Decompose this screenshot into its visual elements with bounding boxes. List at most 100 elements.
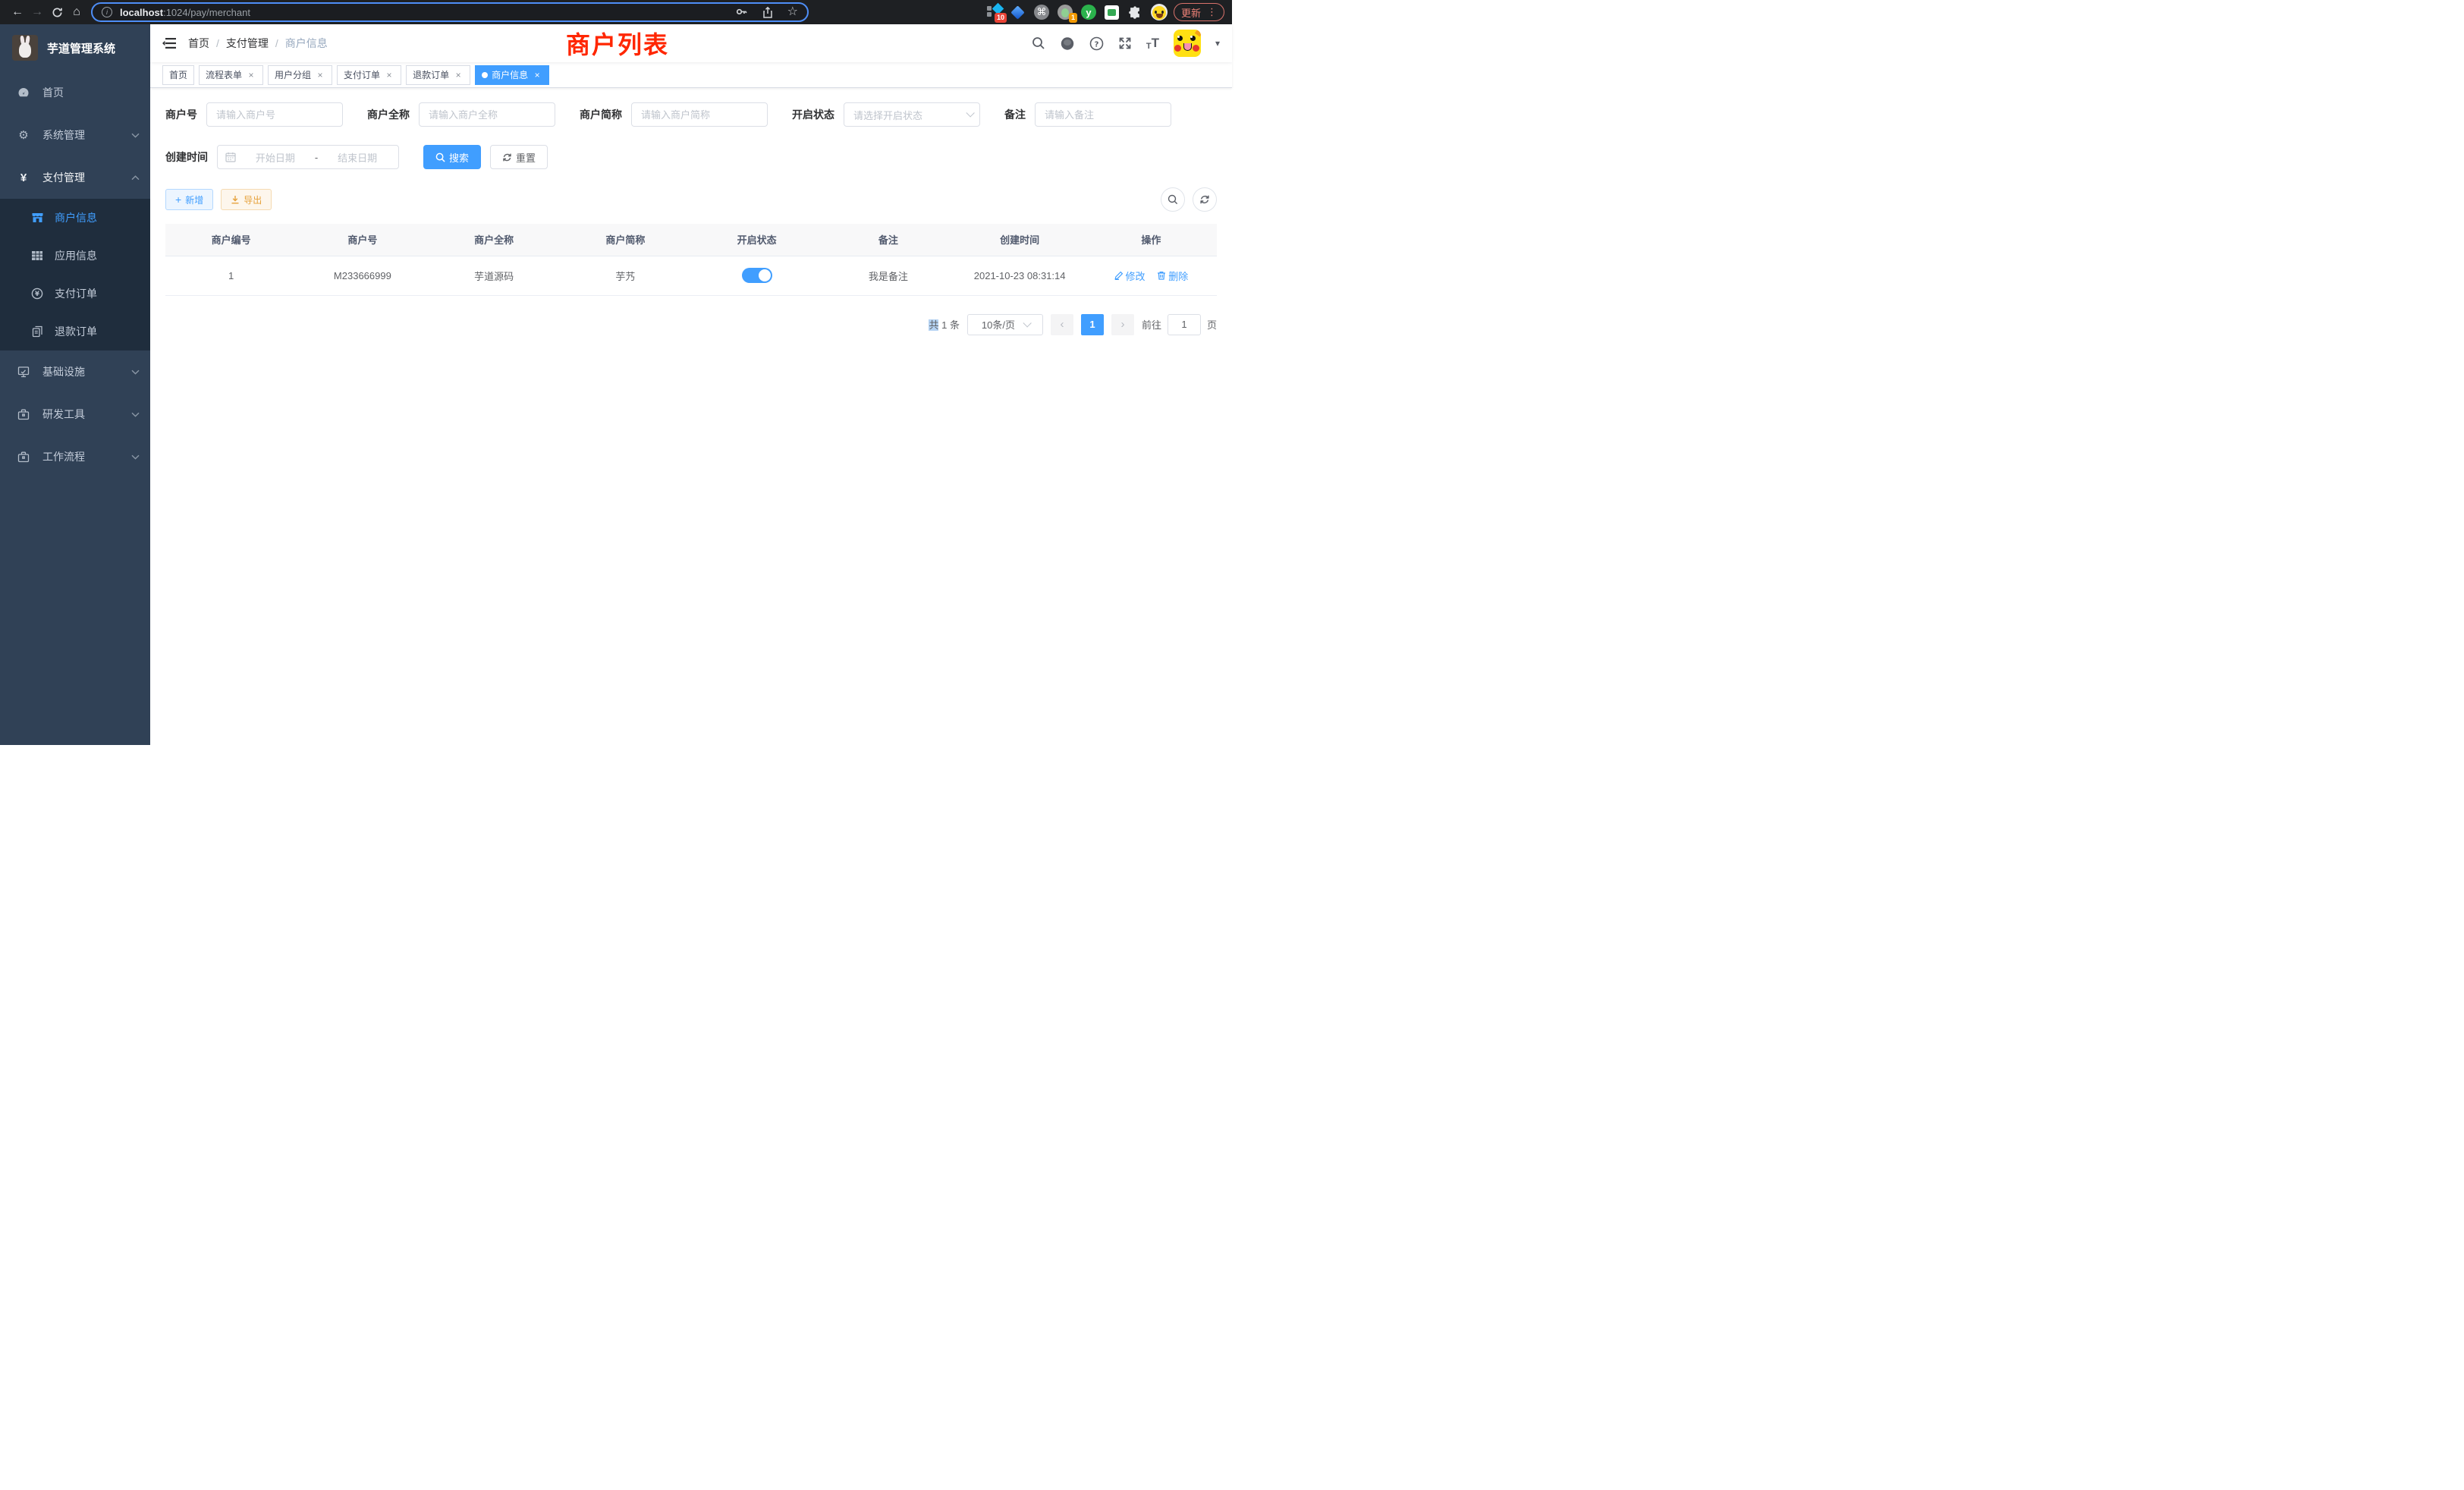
tab-close-icon[interactable]: × bbox=[246, 70, 256, 80]
tab-close-icon[interactable]: × bbox=[384, 70, 394, 80]
col-status: 开启状态 bbox=[691, 224, 822, 256]
url-host: localhost bbox=[120, 7, 163, 18]
export-button[interactable]: 导出 bbox=[221, 189, 272, 210]
edit-link[interactable]: 修改 bbox=[1114, 269, 1146, 283]
trash-icon bbox=[1157, 271, 1166, 280]
topbar: 首页 / 支付管理 / 商户信息 bbox=[150, 24, 1232, 62]
help-icon[interactable]: ? bbox=[1089, 36, 1104, 51]
reset-button[interactable]: 重置 bbox=[490, 145, 548, 169]
sidebar-item-merchant-info[interactable]: 商户信息 bbox=[0, 199, 150, 237]
extension-badge: 1 bbox=[1069, 13, 1077, 23]
yen-icon: ¥ bbox=[17, 171, 30, 184]
app-logo-link[interactable]: 芋道管理系统 bbox=[0, 24, 150, 71]
user-avatar[interactable] bbox=[1174, 30, 1201, 57]
fullscreen-icon[interactable] bbox=[1118, 36, 1132, 50]
extension-gem-icon[interactable] bbox=[1010, 4, 1026, 20]
browser-reload-button[interactable] bbox=[47, 2, 67, 22]
sidebar-item-label: 支付订单 bbox=[55, 286, 97, 301]
sidebar-item-refund-order[interactable]: 退款订单 bbox=[0, 313, 150, 350]
sidebar-item-system[interactable]: ⚙ 系统管理 bbox=[0, 114, 150, 156]
app-logo-image bbox=[12, 35, 38, 61]
url-path: :1024/pay/merchant bbox=[163, 7, 250, 18]
tab-merchant-info[interactable]: 商户信息 × bbox=[475, 65, 549, 85]
sidebar-item-label: 应用信息 bbox=[55, 248, 97, 263]
address-bar[interactable]: i localhost:1024/pay/merchant ☆ bbox=[91, 2, 809, 22]
tab-close-icon[interactable]: × bbox=[532, 70, 542, 80]
extensions-puzzle-icon[interactable] bbox=[1127, 4, 1144, 20]
password-key-icon[interactable] bbox=[735, 6, 748, 19]
browser-update-button[interactable]: 更新 ⋮ bbox=[1174, 3, 1224, 21]
toggle-search-button[interactable] bbox=[1161, 187, 1185, 212]
refresh-table-button[interactable] bbox=[1193, 187, 1217, 212]
breadcrumb-separator: / bbox=[275, 37, 278, 49]
tab-user-group[interactable]: 用户分组 × bbox=[268, 65, 332, 85]
create-time-range-picker[interactable]: 开始日期 - 结束日期 bbox=[217, 145, 399, 169]
page-size-select[interactable]: 10条/页 bbox=[967, 314, 1043, 335]
avatar-caret-icon[interactable]: ▾ bbox=[1215, 38, 1220, 49]
status-select[interactable]: 请选择开启状态 bbox=[844, 102, 980, 127]
tab-pay-order[interactable]: 支付订单 × bbox=[337, 65, 401, 85]
extension-badge: 10 bbox=[995, 13, 1007, 23]
prev-page-button[interactable]: ‹ bbox=[1051, 314, 1073, 335]
sidebar-item-label: 商户信息 bbox=[55, 210, 97, 225]
tab-home[interactable]: 首页 bbox=[162, 65, 194, 85]
sidebar-item-payment[interactable]: ¥ 支付管理 bbox=[0, 156, 150, 199]
sidebar-collapse-button[interactable] bbox=[162, 37, 176, 49]
plus-icon: + bbox=[175, 193, 181, 206]
share-icon[interactable] bbox=[762, 6, 774, 19]
sidebar-item-workflow[interactable]: 工作流程 bbox=[0, 435, 150, 478]
extension-proxy-icon[interactable]: 1 bbox=[1057, 4, 1073, 20]
next-page-button[interactable]: › bbox=[1111, 314, 1134, 335]
breadcrumb-payment: 支付管理 bbox=[226, 36, 269, 51]
browser-chrome: ← → ⌂ i localhost:1024/pay/merchant ☆ 10 bbox=[0, 0, 1232, 24]
github-icon[interactable] bbox=[1060, 36, 1075, 51]
breadcrumb-home[interactable]: 首页 bbox=[188, 36, 209, 51]
sidebar-item-dev-tools[interactable]: 研发工具 bbox=[0, 393, 150, 435]
reload-icon bbox=[52, 7, 63, 18]
search-button[interactable]: 搜索 bbox=[423, 145, 481, 169]
browser-profile-avatar[interactable] bbox=[1151, 4, 1168, 20]
tab-process-form[interactable]: 流程表单 × bbox=[199, 65, 263, 85]
page-size-value: 10条/页 bbox=[982, 317, 1015, 332]
payment-submenu: 商户信息 应用信息 ¥ 支付订单 bbox=[0, 199, 150, 350]
grid-icon bbox=[30, 250, 44, 261]
sidebar-item-infrastructure[interactable]: 基础设施 bbox=[0, 350, 150, 393]
extension-command-icon[interactable]: ⌘ bbox=[1033, 4, 1050, 20]
search-button-label: 搜索 bbox=[449, 150, 469, 165]
status-toggle[interactable] bbox=[742, 268, 772, 283]
font-size-icon[interactable]: TT bbox=[1146, 36, 1159, 51]
merchant-no-input[interactable] bbox=[206, 102, 343, 127]
extension-devtools-icon[interactable]: 10 bbox=[986, 4, 1003, 20]
tab-close-icon[interactable]: × bbox=[315, 70, 325, 80]
delete-link[interactable]: 删除 bbox=[1157, 269, 1188, 283]
browser-home-button[interactable]: ⌂ bbox=[67, 2, 86, 22]
short-name-input[interactable] bbox=[631, 102, 768, 127]
browser-forward-button[interactable]: → bbox=[27, 2, 47, 22]
cell-short-name: 芋艿 bbox=[560, 256, 691, 295]
add-button[interactable]: + 新增 bbox=[165, 189, 213, 210]
extension-chat-icon[interactable] bbox=[1104, 4, 1120, 20]
extension-yudao-icon[interactable]: y bbox=[1080, 4, 1097, 20]
sidebar-item-pay-order[interactable]: ¥ 支付订单 bbox=[0, 275, 150, 313]
yen-circle-icon: ¥ bbox=[30, 288, 44, 300]
remark-input[interactable] bbox=[1035, 102, 1171, 127]
site-info-icon[interactable]: i bbox=[102, 7, 112, 17]
goto-page-input[interactable] bbox=[1168, 314, 1201, 335]
bookmark-star-icon[interactable]: ☆ bbox=[787, 6, 798, 18]
browser-menu-kebab-icon[interactable]: ⋮ bbox=[1207, 6, 1217, 18]
tab-close-icon[interactable]: × bbox=[453, 70, 464, 80]
sidebar-item-app-info[interactable]: 应用信息 bbox=[0, 237, 150, 275]
page-number-1[interactable]: 1 bbox=[1081, 314, 1104, 335]
delete-link-label: 删除 bbox=[1168, 269, 1188, 283]
sidebar-item-home[interactable]: 首页 bbox=[0, 71, 150, 114]
tab-refund-order[interactable]: 退款订单 × bbox=[406, 65, 470, 85]
pagination: 共 1 条 10条/页 ‹ 1 › 前往 页 bbox=[165, 314, 1217, 335]
sidebar: 芋道管理系统 首页 ⚙ 系统管理 ¥ 支付管理 bbox=[0, 24, 150, 745]
pagination-total: 共 1 条 bbox=[929, 317, 960, 332]
chevron-down-icon bbox=[131, 454, 140, 460]
full-name-input[interactable] bbox=[419, 102, 555, 127]
header-search-icon[interactable] bbox=[1032, 36, 1045, 50]
breadcrumb-current: 商户信息 bbox=[285, 36, 328, 51]
browser-back-button[interactable]: ← bbox=[8, 2, 27, 22]
chevron-down-icon bbox=[966, 108, 974, 117]
